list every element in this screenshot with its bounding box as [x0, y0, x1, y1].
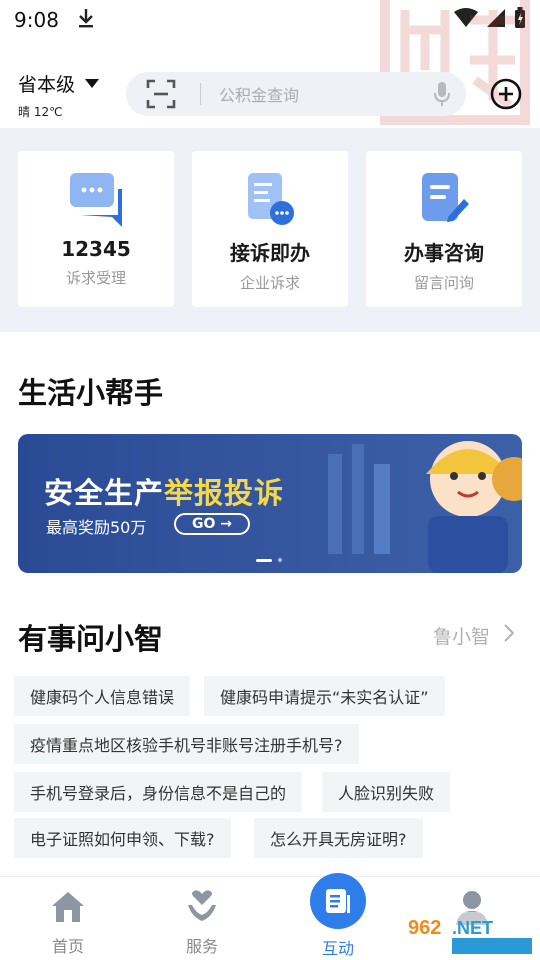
- chevron-right-icon: [504, 624, 515, 647]
- quick-action-consult[interactable]: 办事咨询 留言问询: [366, 151, 522, 307]
- banner-title: 安全生产举报投诉: [44, 470, 284, 512]
- question-tag[interactable]: 健康码申请提示“未实名认证”: [204, 676, 445, 716]
- scan-icon[interactable]: [146, 79, 176, 109]
- quick-action-12345[interactable]: 12345 诉求受理: [18, 151, 174, 307]
- question-tag[interactable]: 电子证照如何申领、下载?: [14, 818, 231, 858]
- banner-title-part2: 举报投诉: [164, 476, 285, 510]
- svg-text:.NET: .NET: [452, 918, 493, 938]
- quick-action-title: 办事咨询: [404, 241, 484, 265]
- life-helper-title: 生活小帮手: [18, 376, 164, 410]
- quick-action-subtitle: 诉求受理: [65, 269, 126, 287]
- question-tag[interactable]: 健康码个人信息错误: [14, 676, 191, 716]
- add-circle-icon[interactable]: [490, 78, 522, 110]
- header: 省本级 晴 12℃ 公积金查询: [0, 58, 540, 126]
- nav-label: 互动: [321, 939, 354, 958]
- quick-action-subtitle: 企业诉求: [239, 274, 300, 292]
- pagination-dot-active: [256, 558, 272, 562]
- svg-text:962: 962: [408, 917, 441, 939]
- search-bar[interactable]: 公积金查询: [126, 72, 466, 116]
- safety-report-banner[interactable]: 安全生产举报投诉 最高奖励50万 GO →: [18, 434, 522, 573]
- banner-title-part1: 安全生产: [44, 476, 165, 510]
- document-chat-icon: [240, 169, 300, 229]
- caret-down-icon: [85, 79, 100, 88]
- nav-interaction[interactable]: 互动: [288, 873, 388, 960]
- nav-label: 首页: [51, 937, 84, 956]
- quick-action-complaint[interactable]: 接诉即办 企业诉求: [192, 151, 348, 307]
- banner-go-button[interactable]: GO →: [174, 513, 250, 535]
- ask-title: 有事问小智: [18, 622, 164, 656]
- question-tag[interactable]: 疫情重点地区核验手机号非账号注册手机号?: [14, 724, 359, 764]
- status-time: 9:08: [14, 8, 59, 32]
- location-selector[interactable]: 省本级 晴 12℃: [18, 70, 100, 120]
- microphone-icon[interactable]: [432, 81, 452, 107]
- pagination-dot: [278, 558, 282, 562]
- banner-pagination: [256, 558, 282, 562]
- search-divider: [200, 83, 201, 105]
- download-icon: [77, 7, 95, 34]
- question-tag[interactable]: 人脸识别失败: [322, 772, 451, 812]
- nav-label: 服务: [185, 937, 218, 956]
- nav-home[interactable]: 首页: [18, 877, 118, 960]
- ask-more-label: 鲁小智: [432, 626, 490, 648]
- question-tag[interactable]: 手机号登录后，身份信息不是自己的: [14, 772, 303, 812]
- quick-action-subtitle: 留言问询: [413, 274, 474, 292]
- worker-illustration: [328, 441, 522, 573]
- service-hands-heart-icon: [182, 887, 222, 927]
- weather-text: 晴 12℃: [18, 105, 63, 119]
- home-icon: [48, 887, 88, 927]
- quick-action-title: 12345: [61, 237, 131, 261]
- document-edit-icon: [414, 169, 474, 229]
- banner-subtitle: 最高奖励50万: [46, 518, 147, 537]
- interaction-document-icon: [310, 873, 366, 929]
- site-watermark-logo: 962 .NET: [402, 912, 536, 956]
- location-label: 省本级: [18, 74, 76, 96]
- question-tag[interactable]: 怎么开具无房证明?: [254, 818, 423, 858]
- quick-action-title: 接诉即办: [230, 241, 310, 265]
- search-input[interactable]: 公积金查询: [219, 82, 432, 106]
- nav-service[interactable]: 服务: [152, 877, 252, 960]
- chat-bubbles-icon: [66, 169, 126, 229]
- ask-more-link[interactable]: 鲁小智: [432, 622, 515, 649]
